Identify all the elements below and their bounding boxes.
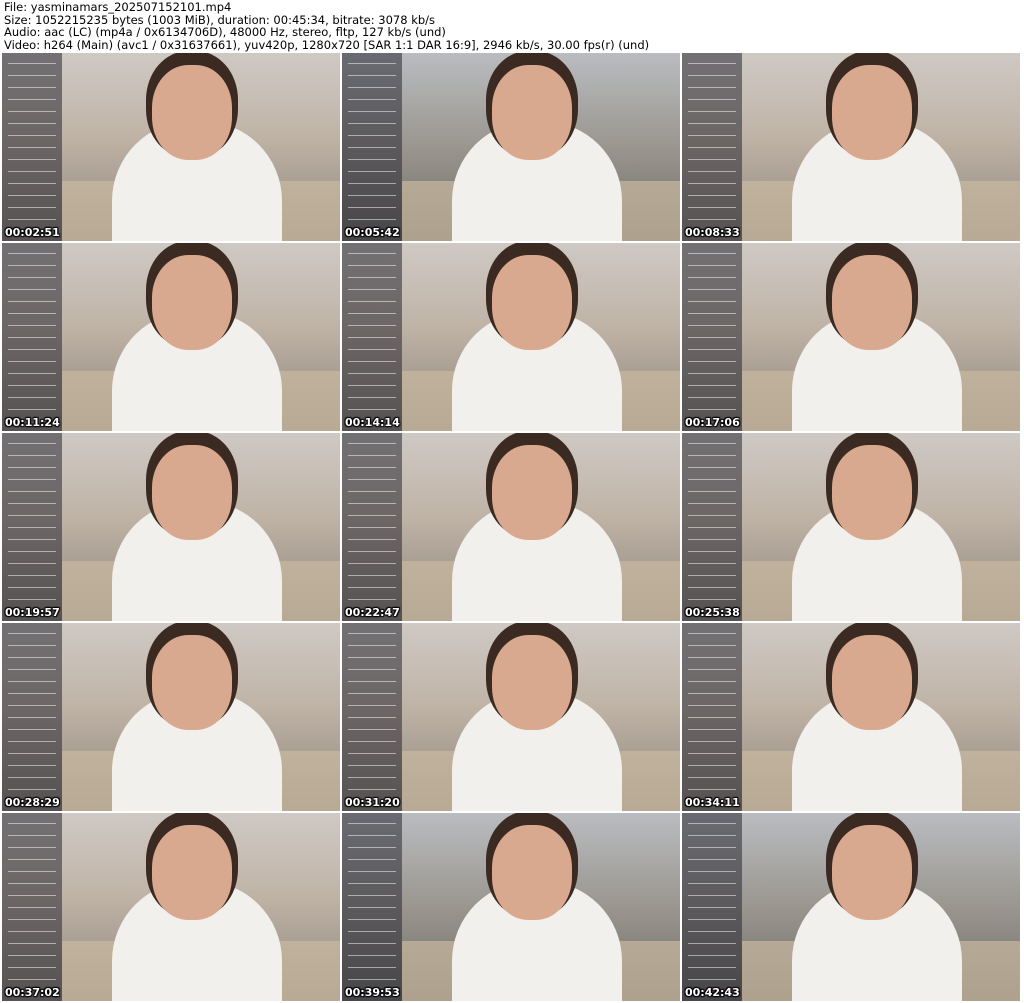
stream-overlay-panel	[2, 243, 62, 431]
person-head	[492, 65, 572, 160]
stream-overlay-panel	[682, 433, 742, 621]
stream-overlay-panel	[342, 623, 402, 811]
video-thumbnail: 00:28:29	[2, 623, 340, 811]
stream-overlay-panel	[2, 813, 62, 1001]
stream-overlay-panel	[682, 813, 742, 1001]
person-head	[832, 65, 912, 160]
timestamp: 00:42:43	[685, 986, 740, 999]
person-head	[832, 255, 912, 350]
timestamp: 00:31:20	[345, 796, 400, 809]
person-head	[152, 825, 232, 920]
timestamp: 00:11:24	[5, 416, 60, 429]
stream-overlay-panel	[2, 623, 62, 811]
timestamp: 00:25:38	[685, 606, 740, 619]
stream-overlay-panel	[342, 243, 402, 431]
video-thumbnail: 00:25:38	[682, 433, 1020, 621]
video-thumbnail: 00:39:53	[342, 813, 680, 1001]
timestamp: 00:08:33	[685, 226, 740, 239]
video-thumbnail: 00:34:11	[682, 623, 1020, 811]
person-head	[492, 635, 572, 730]
video-thumbnail: 00:17:06	[682, 243, 1020, 431]
video-thumbnail: 00:22:47	[342, 433, 680, 621]
video-thumbnail: 00:14:14	[342, 243, 680, 431]
video-thumbnail: 00:37:02	[2, 813, 340, 1001]
timestamp: 00:39:53	[345, 986, 400, 999]
person-head	[152, 255, 232, 350]
stream-overlay-panel	[682, 623, 742, 811]
person-head	[152, 445, 232, 540]
stream-overlay-panel	[2, 53, 62, 241]
video-info: Video: h264 (Main) (avc1 / 0x31637661), …	[4, 37, 650, 52]
timestamp: 00:17:06	[685, 416, 740, 429]
video-thumbnail: 00:42:43	[682, 813, 1020, 1001]
timestamp: 00:14:14	[345, 416, 400, 429]
person-head	[492, 255, 572, 350]
file-name: File: yasminamars_202507152101.mp4	[4, 0, 232, 14]
person-head	[492, 445, 572, 540]
person-head	[152, 65, 232, 160]
timestamp: 00:02:51	[5, 226, 60, 239]
stream-overlay-panel	[682, 243, 742, 431]
file-info-header: File: yasminamars_202507152101.mp4 Size:…	[4, 1, 649, 51]
person-head	[832, 445, 912, 540]
video-thumbnail: 00:31:20	[342, 623, 680, 811]
stream-overlay-panel	[342, 53, 402, 241]
stream-overlay-panel	[682, 53, 742, 241]
stream-overlay-panel	[2, 433, 62, 621]
video-thumbnail: 00:11:24	[2, 243, 340, 431]
stream-overlay-panel	[342, 433, 402, 621]
video-thumbnail: 00:05:42	[342, 53, 680, 241]
person-head	[832, 825, 912, 920]
timestamp: 00:28:29	[5, 796, 60, 809]
person-head	[152, 635, 232, 730]
timestamp: 00:37:02	[5, 986, 60, 999]
thumbnail-grid: 00:02:51 00:05:42 00:08:33 00:11:24 00:14:14…	[2, 53, 1020, 1001]
timestamp: 00:34:11	[685, 796, 740, 809]
person-head	[832, 635, 912, 730]
timestamp: 00:19:57	[5, 606, 60, 619]
timestamp: 00:22:47	[345, 606, 400, 619]
video-thumbnail: 00:02:51	[2, 53, 340, 241]
timestamp: 00:05:42	[345, 226, 400, 239]
audio-info: Audio: aac (LC) (mp4a / 0x6134706D), 480…	[4, 25, 446, 40]
video-thumbnail: 00:19:57	[2, 433, 340, 621]
video-thumbnail: 00:08:33	[682, 53, 1020, 241]
person-head	[492, 825, 572, 920]
stream-overlay-panel	[342, 813, 402, 1001]
